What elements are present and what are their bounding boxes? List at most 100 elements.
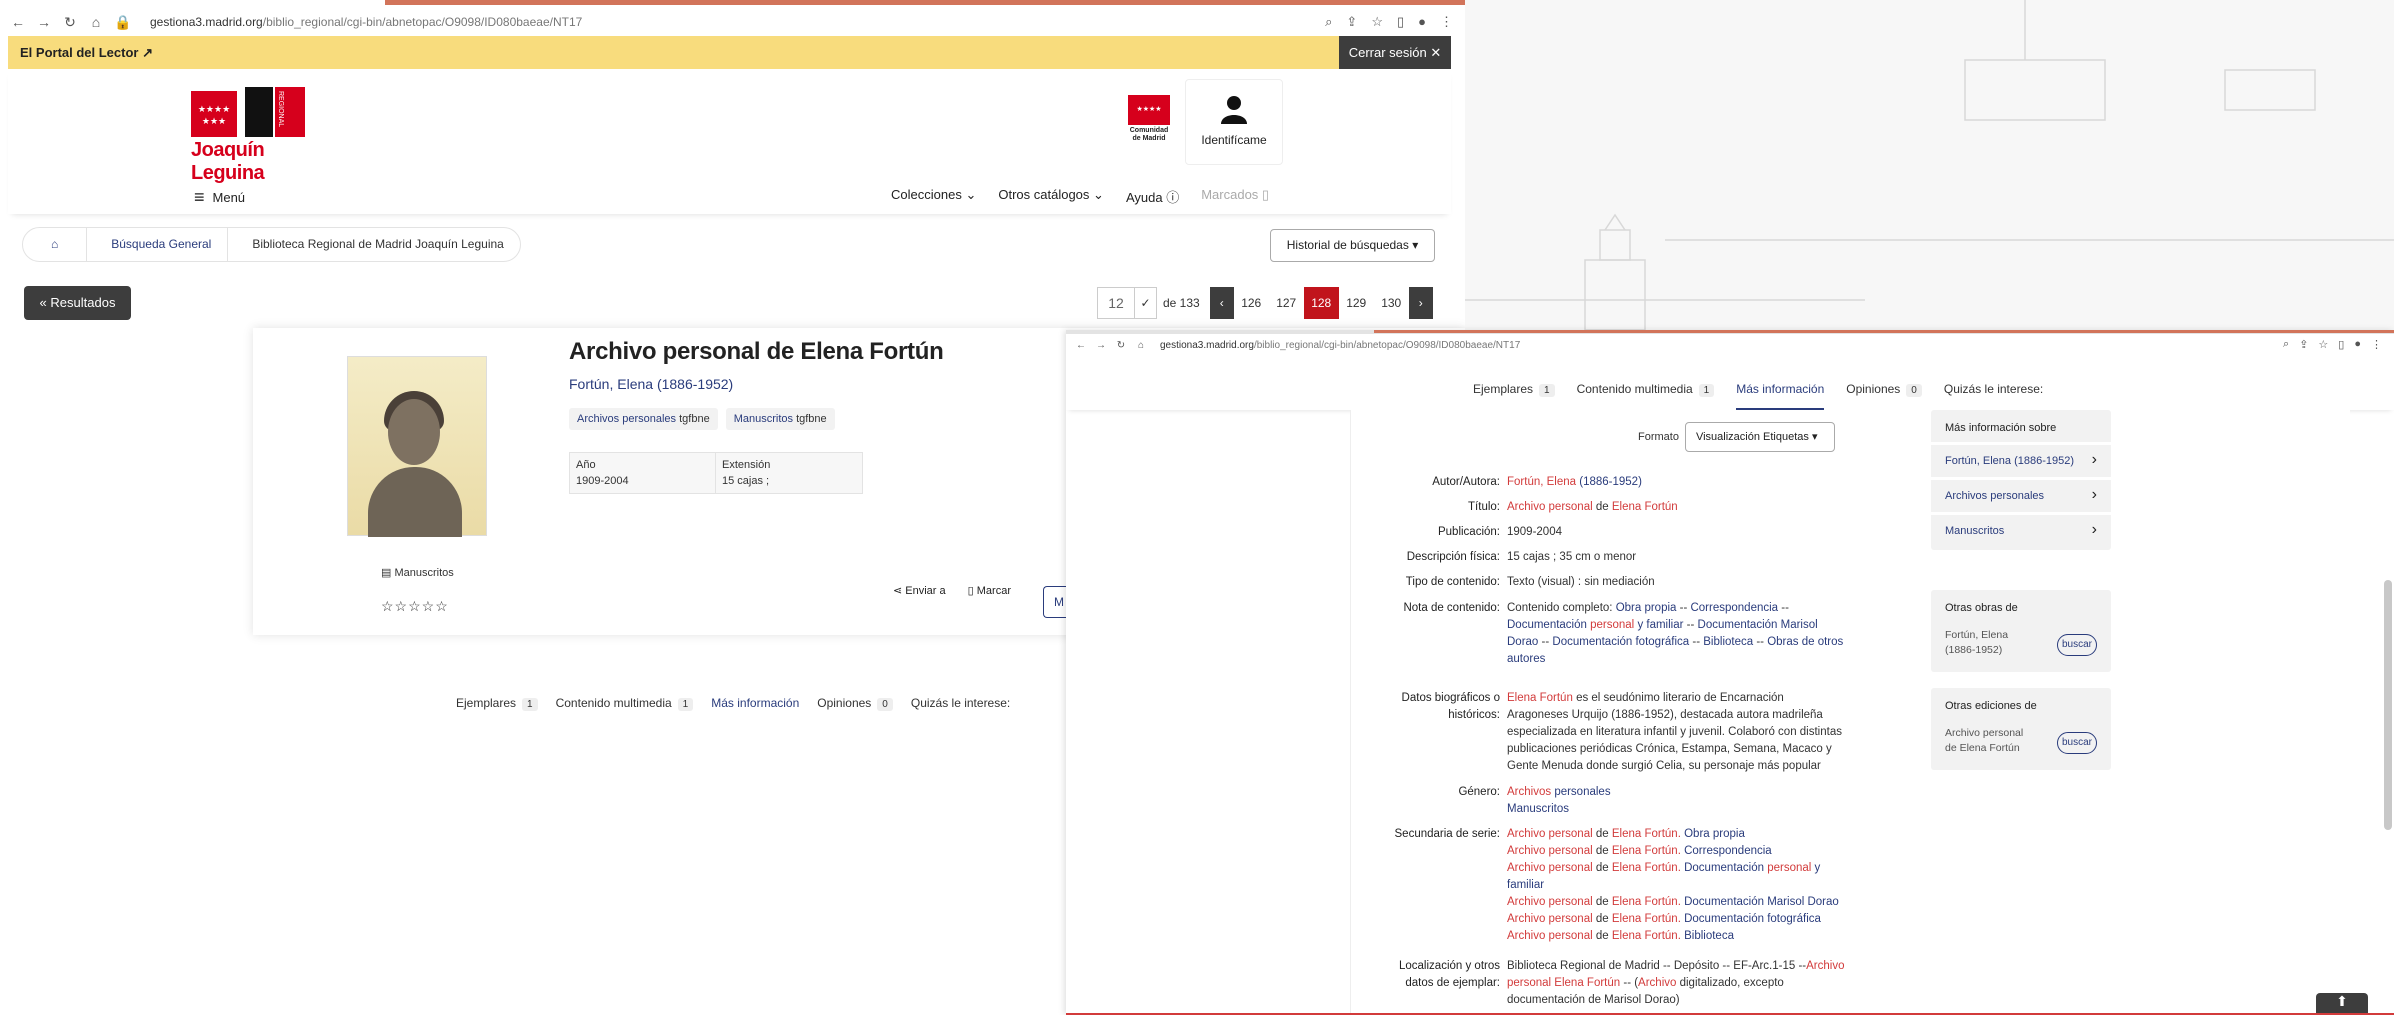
go-button[interactable]: ✓	[1135, 287, 1157, 319]
back-icon[interactable]: ←	[10, 14, 26, 30]
author-link[interactable]: Fortún, Elena	[1507, 476, 1576, 488]
title-link-2[interactable]: Elena Fortún	[1612, 501, 1678, 513]
next-page-button[interactable]: ›	[1408, 287, 1433, 319]
forward-icon[interactable]: →	[36, 14, 52, 30]
share-icon[interactable]: ⇪	[2299, 338, 2308, 351]
series-line[interactable]: Archivo personal de Elena Fortún. Corres…	[1507, 843, 1847, 860]
reload-icon[interactable]: ↻	[62, 14, 78, 30]
tab-mas-informacion[interactable]: Más información	[1736, 382, 1825, 410]
library-logo[interactable]: ★★★★ ★★★ REGIONAL Joaquín Leguina	[183, 87, 328, 184]
portal-link[interactable]: El Portal del Lector ↗	[20, 45, 153, 61]
comunidad-madrid-logo[interactable]: ★★★★ Comunidad de Madrid	[1128, 95, 1170, 151]
field-label: Tipo de contenido:	[1405, 576, 1500, 588]
note-link[interactable]: Documentación	[1507, 619, 1587, 631]
series-line[interactable]: Archivo personal de Elena Fortún. Obra p…	[1507, 826, 1847, 843]
bio-link[interactable]: Elena Fortún	[1507, 692, 1573, 704]
lock-icon: 🔒	[114, 14, 132, 30]
home-icon[interactable]: ⌂	[88, 14, 104, 30]
series-red: Archivo personal	[1507, 828, 1593, 840]
loc-link[interactable]: Archivo	[1638, 977, 1676, 989]
mark-button[interactable]: ▯ Marcar	[968, 584, 1011, 597]
series-line[interactable]: Archivo personal de Elena Fortún. Docume…	[1507, 911, 1847, 928]
note-link[interactable]: Correspondencia	[1690, 602, 1778, 614]
kebab-menu-icon[interactable]: ⋮	[2371, 338, 2382, 351]
subject-tags: Archivos personales tgfbne Manuscritos t…	[569, 408, 835, 430]
format-dropdown[interactable]: Visualización Etiquetas ▾	[1684, 422, 1835, 452]
series-line[interactable]: Archivo personal de Elena Fortún. Docume…	[1507, 894, 1847, 911]
zoom-icon[interactable]: ⌕	[1325, 14, 1332, 30]
home-icon[interactable]: ⌂	[1136, 340, 1146, 351]
nav-otros-catalogos[interactable]: Otros catálogos ⌄	[998, 187, 1104, 206]
page-129[interactable]: 129	[1339, 287, 1374, 319]
note-link-red[interactable]: personal	[1590, 619, 1634, 631]
tab-opiniones[interactable]: Opiniones 0	[817, 696, 893, 711]
results-button[interactable]: « Resultados	[24, 286, 131, 320]
genre-link[interactable]: Archivos	[1507, 786, 1551, 798]
series-line[interactable]: Archivo personal de Elena Fortún. Docume…	[1507, 860, 1847, 894]
nav-marcados[interactable]: Marcados ▯	[1201, 187, 1269, 206]
reload-icon[interactable]: ↻	[1116, 340, 1126, 351]
tab-ejemplares[interactable]: Ejemplares 1	[1473, 382, 1555, 410]
profile-icon[interactable]: ●	[2354, 338, 2361, 351]
tag-manuscritos[interactable]: Manuscritos tgfbne	[725, 408, 835, 430]
page-scrollbar[interactable]	[2384, 580, 2392, 830]
identify-button[interactable]: Identifícame	[1185, 79, 1283, 165]
search-history-dropdown[interactable]: Historial de búsquedas ▾	[1270, 229, 1435, 262]
note-link[interactable]: y familiar	[1637, 619, 1683, 631]
page-126[interactable]: 126	[1234, 287, 1269, 319]
other-editions-search-button[interactable]: buscar	[2057, 732, 2097, 754]
author-dates-link[interactable]: (1886-1952)	[1579, 476, 1642, 488]
forward-icon[interactable]: →	[1096, 340, 1106, 351]
record-number-input[interactable]: 12	[1097, 287, 1135, 319]
genre-link[interactable]: Manuscritos	[1507, 803, 1569, 815]
loc-link[interactable]: personal Elena Fortún	[1507, 977, 1620, 989]
nav-colecciones[interactable]: Colecciones ⌄	[891, 187, 976, 206]
tab-mas-informacion[interactable]: Más información	[711, 696, 799, 711]
breadcrumb-general[interactable]: Búsqueda General	[87, 228, 229, 261]
sidepanel-icon[interactable]: ▯	[1397, 14, 1404, 30]
page-128-current[interactable]: 128	[1303, 287, 1339, 319]
other-works-search-button[interactable]: buscar	[2057, 634, 2097, 656]
nav-ayuda[interactable]: Ayuda ⓘ	[1126, 187, 1179, 206]
tab-ejemplares[interactable]: Ejemplares 1	[456, 696, 538, 711]
back-icon[interactable]: ←	[1076, 340, 1086, 351]
bookmark-star-icon[interactable]: ☆	[2318, 338, 2328, 351]
tab-quizas[interactable]: Quizás le interese:	[1944, 382, 2043, 410]
bookmark-star-icon[interactable]: ☆	[1371, 14, 1383, 30]
page-130[interactable]: 130	[1374, 287, 1409, 319]
sidebar-item-archivos[interactable]: Archivos personales	[1931, 477, 2111, 512]
address-bar[interactable]: gestiona3.madrid.org/biblio_regional/cgi…	[1160, 340, 1520, 351]
prev-page-button[interactable]: ‹	[1209, 287, 1234, 319]
tab-contenido-multimedia[interactable]: Contenido multimedia 1	[556, 696, 694, 711]
tab-quizas[interactable]: Quizás le interese:	[911, 696, 1010, 711]
rating-stars[interactable]: ☆☆☆☆☆	[381, 598, 449, 615]
kebab-menu-icon[interactable]: ⋮	[1440, 14, 1453, 30]
sidebar-item-manuscritos[interactable]: Manuscritos	[1931, 512, 2111, 547]
send-to-button[interactable]: ⋖ Enviar a	[893, 584, 946, 597]
address-bar[interactable]: gestiona3.madrid.org/biblio_regional/cgi…	[150, 15, 582, 29]
record-author-link[interactable]: Fortún, Elena (1886-1952)	[569, 376, 733, 392]
tag-archivos-personales[interactable]: Archivos personales tgfbne	[569, 408, 718, 430]
series-line[interactable]: Archivo personal de Elena Fortún. Biblio…	[1507, 928, 1847, 945]
page-127[interactable]: 127	[1269, 287, 1304, 319]
sidepanel-icon[interactable]: ▯	[2338, 338, 2344, 351]
profile-icon[interactable]: ●	[1418, 14, 1426, 30]
tab-contenido-multimedia[interactable]: Contenido multimedia 1	[1577, 382, 1715, 410]
breadcrumb-home[interactable]: ⌂	[23, 228, 88, 261]
title-link-1[interactable]: Archivo personal	[1507, 501, 1593, 513]
author-photo[interactable]	[347, 356, 487, 537]
menu-button[interactable]: ≡ Menú	[194, 187, 245, 208]
loc-link[interactable]: Archivo	[1806, 960, 1844, 972]
sidebar-item-author[interactable]: Fortún, Elena (1886-1952)	[1931, 442, 2111, 477]
note-link[interactable]: Biblioteca	[1703, 636, 1753, 648]
tab-opiniones[interactable]: Opiniones 0	[1846, 382, 1922, 410]
scroll-to-top-button[interactable]: ⬆	[2316, 993, 2368, 1015]
note-link[interactable]: Obra propia	[1616, 602, 1677, 614]
tab-label: Contenido multimedia	[555, 696, 672, 710]
zoom-icon[interactable]: ⌕	[2283, 338, 2289, 351]
genre-link[interactable]: personales	[1554, 786, 1610, 798]
logout-label: Cerrar sesión	[1348, 45, 1427, 60]
share-icon[interactable]: ⇪	[1346, 14, 1357, 30]
logout-button[interactable]: Cerrar sesión ✕	[1339, 36, 1451, 69]
note-link[interactable]: Documentación fotográfica	[1552, 636, 1689, 648]
